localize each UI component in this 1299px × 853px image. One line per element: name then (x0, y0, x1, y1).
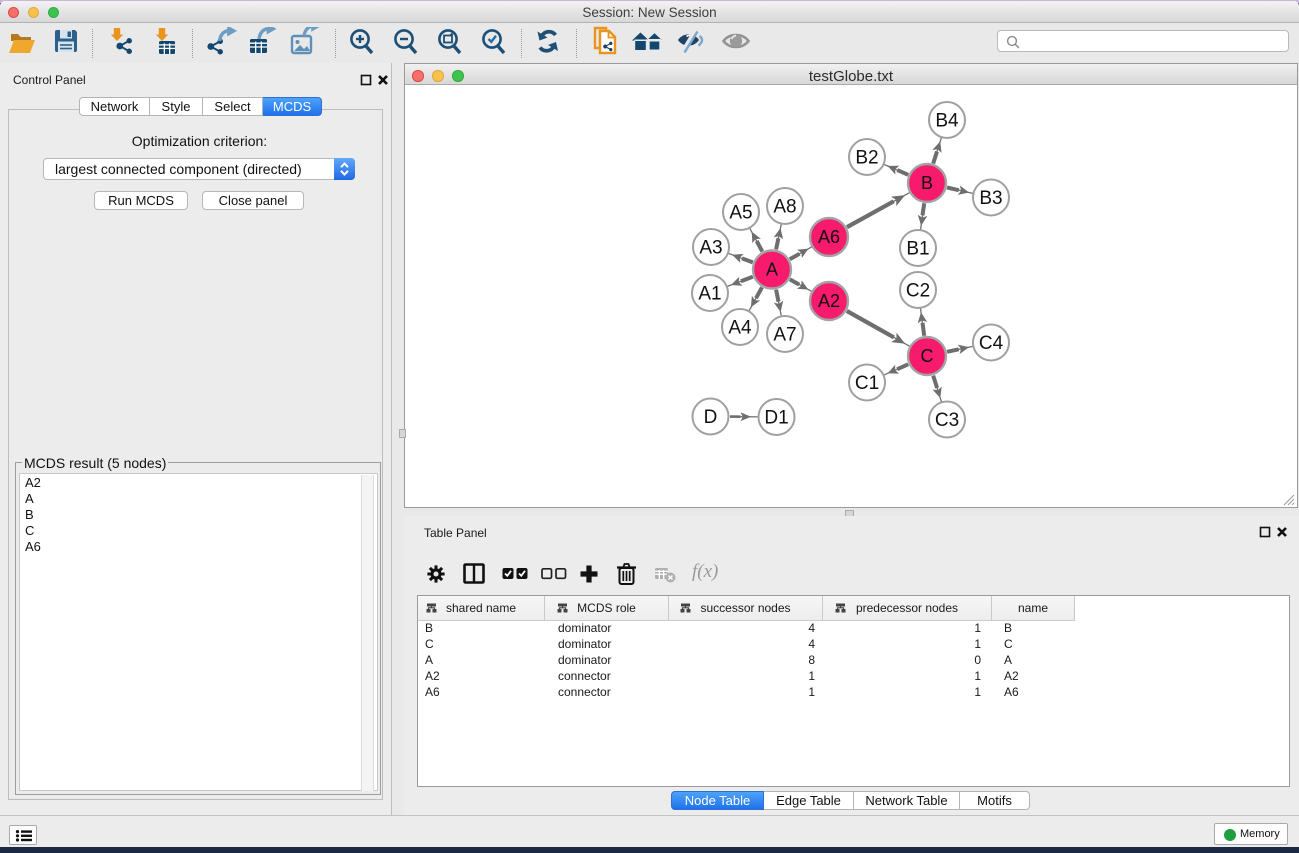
svg-text:A7: A7 (773, 325, 796, 346)
svg-text:A3: A3 (699, 238, 722, 259)
svg-text:D1: D1 (764, 408, 788, 429)
svg-text:B3: B3 (979, 188, 1002, 209)
svg-text:D: D (704, 407, 718, 428)
svg-text:B: B (921, 173, 933, 193)
svg-text:A6: A6 (818, 227, 840, 247)
svg-text:A5: A5 (729, 203, 752, 224)
svg-text:C3: C3 (935, 410, 959, 431)
svg-text:B4: B4 (935, 111, 959, 132)
svg-text:C2: C2 (906, 281, 930, 302)
svg-text:B2: B2 (855, 148, 878, 169)
svg-text:C1: C1 (855, 373, 879, 394)
svg-text:A2: A2 (818, 291, 840, 311)
svg-text:A: A (766, 260, 778, 280)
svg-text:A4: A4 (728, 318, 752, 339)
svg-text:C4: C4 (979, 333, 1004, 354)
svg-text:C: C (921, 346, 934, 366)
svg-text:A8: A8 (773, 197, 796, 218)
svg-text:A1: A1 (698, 284, 721, 305)
svg-text:B1: B1 (906, 239, 929, 260)
